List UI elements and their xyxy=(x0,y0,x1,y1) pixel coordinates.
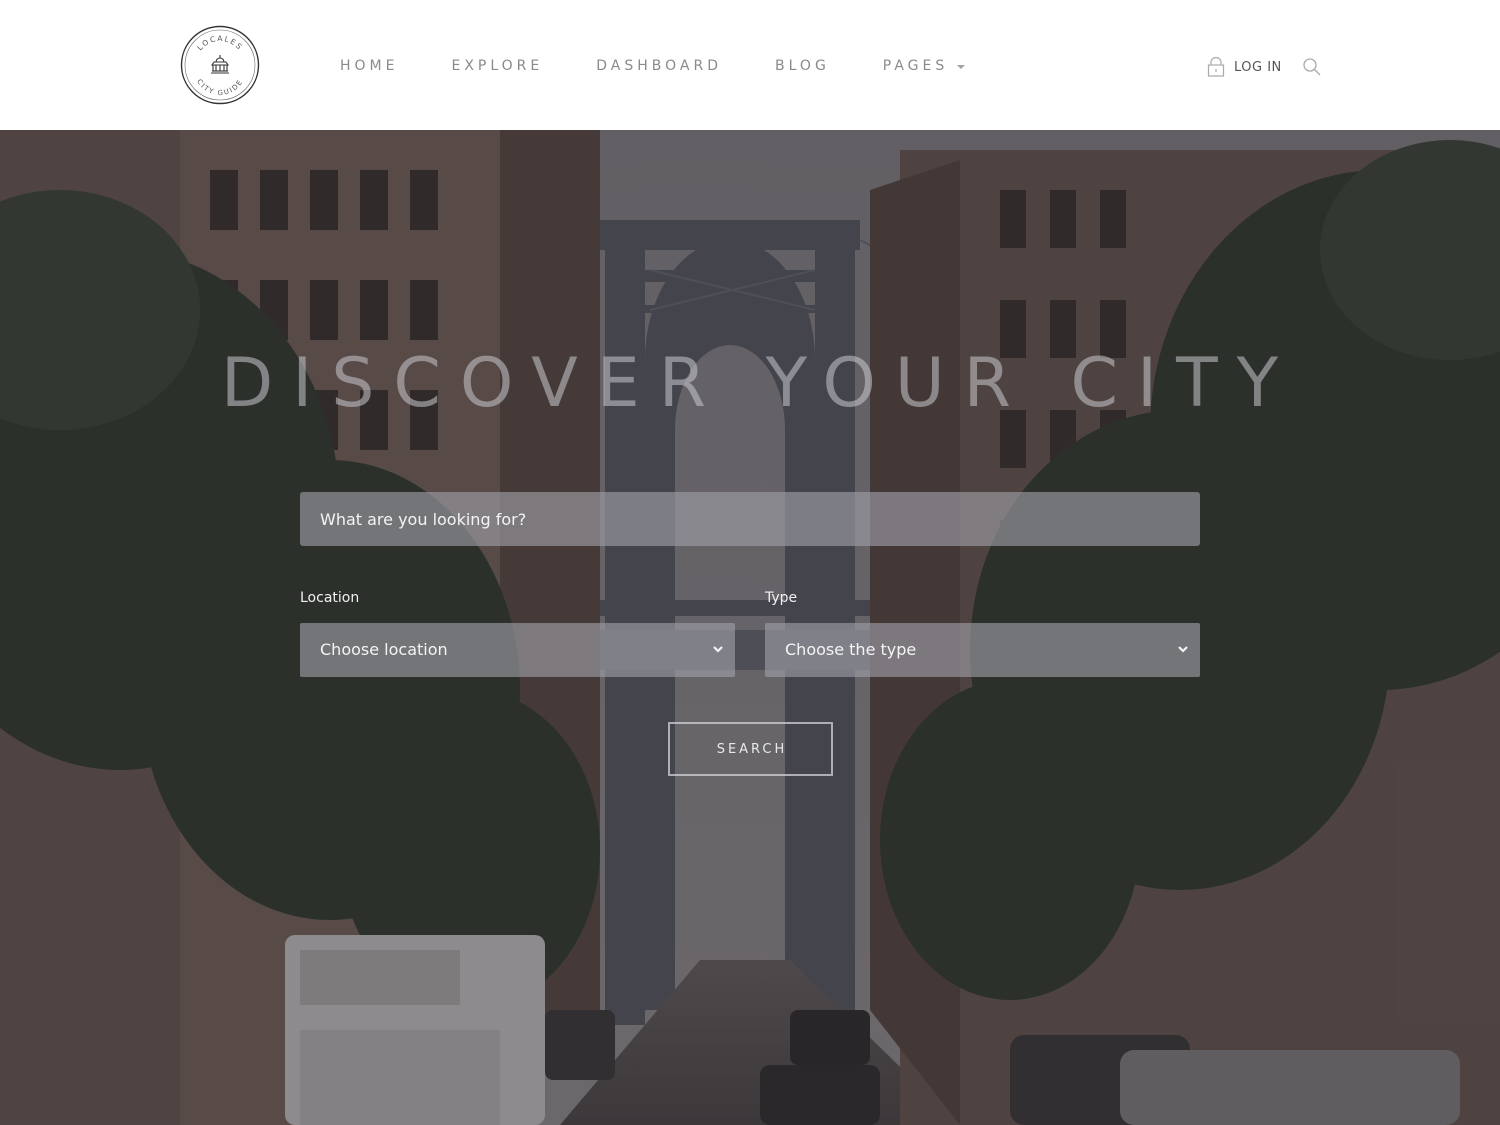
search-icon[interactable] xyxy=(1302,57,1322,81)
logo-badge-icon: LOCALES CITY GUIDE xyxy=(180,25,260,105)
type-select-value: Choose the type xyxy=(785,640,917,659)
search-input[interactable] xyxy=(300,492,1200,546)
nav-home[interactable]: HOME xyxy=(340,58,398,74)
nav-explore[interactable]: EXPLORE xyxy=(451,58,543,74)
nav-pages-label: PAGES xyxy=(882,58,949,74)
login-label: LOG IN xyxy=(1234,59,1282,75)
nav-pages[interactable]: PAGES xyxy=(882,58,966,74)
hero-title: DISCOVER YOUR CITY xyxy=(220,344,1298,423)
main-nav: HOME EXPLORE DASHBOARD BLOG PAGES xyxy=(340,56,1018,76)
type-label: Type xyxy=(765,590,798,606)
caret-down-icon xyxy=(957,64,966,69)
location-select[interactable]: Choose location xyxy=(300,623,735,677)
location-select-value: Choose location xyxy=(320,640,448,659)
logo[interactable]: LOCALES CITY GUIDE xyxy=(180,25,260,105)
svg-text:CITY GUIDE: CITY GUIDE xyxy=(195,78,245,97)
login-link[interactable]: LOG IN xyxy=(1207,57,1282,77)
location-label: Location xyxy=(300,590,360,606)
chevron-down-icon xyxy=(1178,646,1188,653)
site-header: LOCALES CITY GUIDE HOME EXPLORE DASHBOAR… xyxy=(0,0,1500,130)
hero-overlay xyxy=(0,130,1500,1125)
type-select[interactable]: Choose the type xyxy=(765,623,1200,677)
logo-ring-top: LOCALES xyxy=(195,34,243,52)
lock-icon xyxy=(1207,57,1225,77)
search-button[interactable]: SEARCH xyxy=(668,722,833,776)
logo-ring-bottom: CITY GUIDE xyxy=(195,78,243,97)
hero-section: DISCOVER YOUR CITY Location Choose locat… xyxy=(0,130,1500,1125)
chevron-down-icon xyxy=(713,646,723,653)
nav-blog[interactable]: BLOG xyxy=(775,58,830,74)
svg-text:LOCALES: LOCALES xyxy=(195,34,244,52)
nav-dashboard[interactable]: DASHBOARD xyxy=(596,58,722,74)
